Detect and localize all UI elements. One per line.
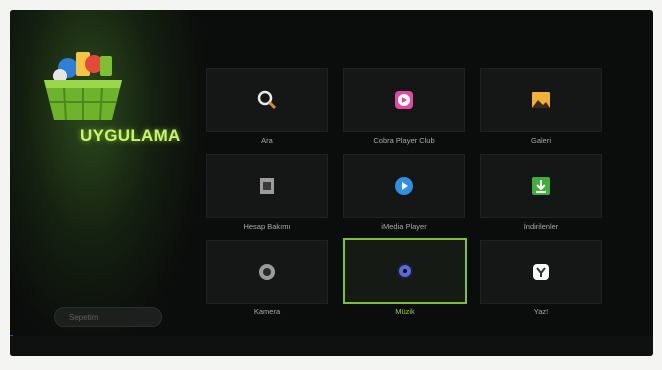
storage-label: Sepetim xyxy=(69,312,99,322)
bottom-band xyxy=(10,336,653,356)
app-tile-muzik[interactable] xyxy=(343,238,467,304)
search-icon xyxy=(257,90,277,110)
y-logo-icon xyxy=(533,264,549,280)
app-label-imedia: iMedia Player xyxy=(381,222,427,231)
music-icon xyxy=(397,263,413,279)
app-basket-icon xyxy=(44,52,122,121)
app-label-hesap: Hesap Bakımı xyxy=(243,222,291,231)
app-label-muzik: Müzik xyxy=(395,307,415,316)
basket-button[interactable]: Sepetim xyxy=(54,307,162,327)
app-label-kamera: Kamera xyxy=(253,307,281,316)
app-label-yaz: Yaz! xyxy=(533,307,549,316)
tv-screen: UYGULAMA Sepetim Ara Cobra Player Club G… xyxy=(10,10,653,356)
app-label-ara: Ara xyxy=(261,136,273,145)
app-label-cobra: Cobra Player Club xyxy=(373,136,435,145)
app-tile-galeri[interactable] xyxy=(480,68,602,132)
app-tile-imedia[interactable] xyxy=(343,154,465,218)
app-tile-indirilenler[interactable] xyxy=(480,154,602,218)
app-tile-kamera[interactable] xyxy=(206,240,328,304)
app-label-indirilenler: İndirilenler xyxy=(523,222,559,231)
category-title: UYGULAMA xyxy=(80,126,181,145)
app-tile-yaz[interactable] xyxy=(480,240,602,304)
gallery-icon xyxy=(532,92,550,108)
document-icon xyxy=(260,178,274,194)
app-label-galeri: Galeri xyxy=(530,136,551,145)
download-icon xyxy=(532,177,550,195)
play-circle-icon xyxy=(395,177,413,195)
app-tile-hesap[interactable] xyxy=(206,154,328,218)
app-tile-cobra[interactable] xyxy=(343,68,465,132)
app-tile-ara[interactable] xyxy=(206,68,328,132)
media-play-pink-icon xyxy=(395,91,413,109)
category-panel: UYGULAMA Sepetim xyxy=(10,10,210,356)
camera-lens-icon xyxy=(259,264,275,280)
